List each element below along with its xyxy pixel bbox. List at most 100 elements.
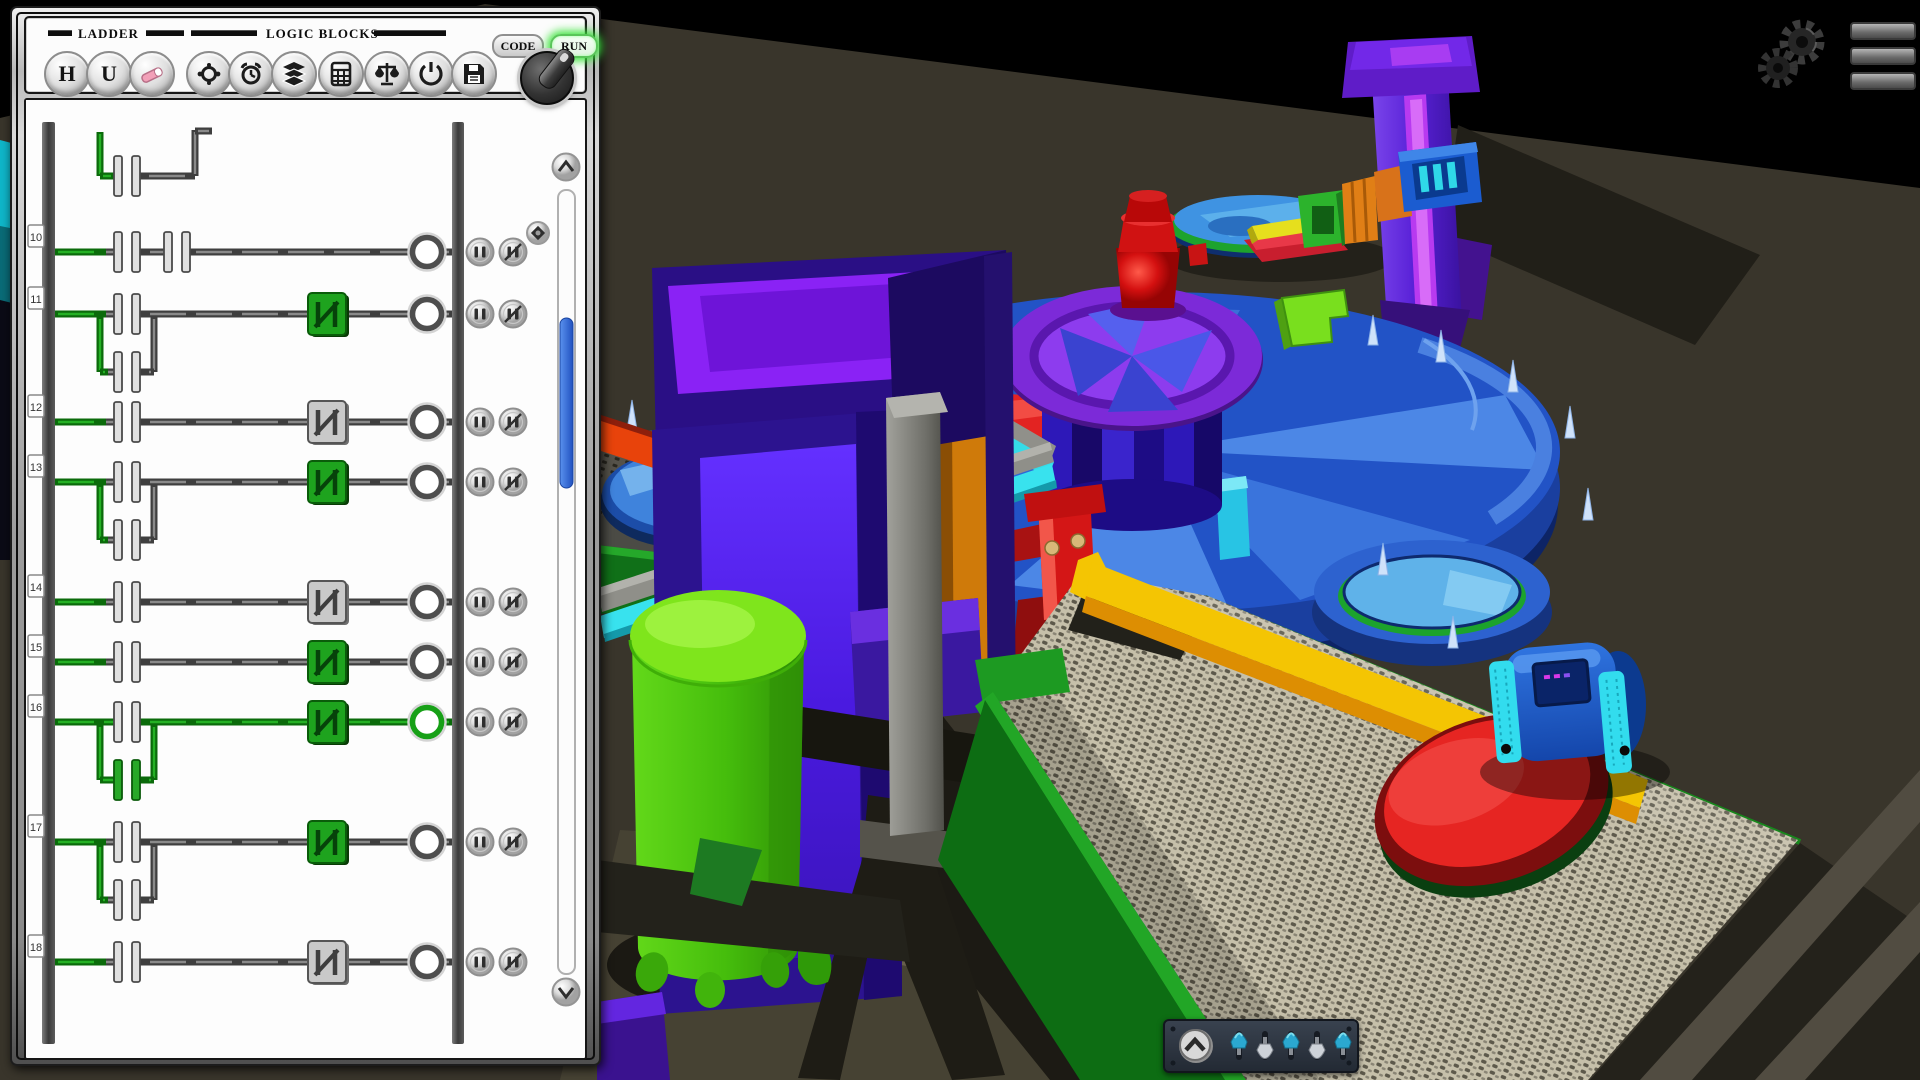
contact-bar[interactable] [114, 702, 122, 742]
insert-nc-contact-button[interactable] [500, 949, 527, 976]
contact-bar[interactable] [114, 352, 122, 392]
camera-dock [1163, 1019, 1359, 1073]
contact-bar[interactable] [114, 402, 122, 442]
camera-lever-up[interactable] [1231, 1031, 1247, 1060]
app-root: LADDER LOGIC BLOCKS H U [0, 0, 1920, 1080]
coil[interactable] [413, 648, 442, 677]
divider [191, 30, 257, 36]
insert-nc-contact-button[interactable] [500, 829, 527, 856]
contact-bar[interactable] [132, 582, 140, 622]
timer-button[interactable] [228, 51, 274, 97]
coil[interactable] [413, 408, 442, 437]
camera-lever-up[interactable] [1283, 1031, 1299, 1060]
insert-contact-button[interactable] [467, 649, 494, 676]
save-button[interactable] [451, 51, 497, 97]
rung-number: 15 [30, 642, 42, 654]
group-label-ladder: LADDER [78, 26, 139, 42]
node-button[interactable] [186, 51, 232, 97]
coil[interactable] [413, 300, 442, 329]
insert-contact-button[interactable] [467, 949, 494, 976]
contact-bar[interactable] [132, 156, 140, 196]
menu-bar [1850, 22, 1916, 40]
power-button[interactable] [408, 51, 454, 97]
insert-contact-button[interactable] [467, 709, 494, 736]
contact-bar[interactable] [132, 352, 140, 392]
coil[interactable] [413, 238, 442, 267]
insert-nc-contact-button[interactable] [500, 709, 527, 736]
scroll-down-button[interactable] [553, 979, 580, 1006]
coil[interactable] [413, 468, 442, 497]
calculator-button[interactable] [318, 51, 364, 97]
contact-bar[interactable] [114, 760, 122, 800]
contact-bar[interactable] [132, 880, 140, 920]
insert-nc-contact-button[interactable] [500, 301, 527, 328]
red-part-small [1188, 243, 1208, 266]
insert-contact-button[interactable] [467, 301, 494, 328]
dock-expand-button[interactable] [1179, 1029, 1213, 1063]
insert-nc-contact-button[interactable] [500, 589, 527, 616]
contact-bar[interactable] [114, 156, 122, 196]
contact-bar[interactable] [114, 520, 122, 560]
coil[interactable] [413, 948, 442, 977]
blue-lever-knob-icon [1231, 1034, 1247, 1049]
contact-bar[interactable] [114, 462, 122, 502]
rung-number: 11 [30, 294, 41, 306]
coil[interactable] [413, 708, 442, 737]
contact-bar[interactable] [114, 942, 122, 982]
right-power-rail [452, 122, 464, 1044]
camera-lever-down[interactable] [1257, 1031, 1273, 1060]
contact-bar[interactable] [132, 760, 140, 800]
insert-contact-button[interactable] [467, 239, 494, 266]
rung-number: 16 [30, 702, 42, 714]
contact-bar[interactable] [182, 232, 190, 272]
insert-nc-contact-button[interactable] [500, 649, 527, 676]
layers-button[interactable] [271, 51, 317, 97]
contact-bar[interactable] [132, 702, 140, 742]
insert-contact-button[interactable] [467, 469, 494, 496]
eraser-button[interactable] [129, 51, 175, 97]
scrollbar-track[interactable] [558, 190, 575, 974]
insert-contact-button[interactable] [467, 589, 494, 616]
contact-bar[interactable] [114, 822, 122, 862]
contact-bar[interactable] [132, 822, 140, 862]
contact-bar[interactable] [132, 462, 140, 502]
branch-u-button[interactable]: U [86, 51, 132, 97]
insert-contact-button[interactable] [467, 409, 494, 436]
divider [374, 30, 446, 36]
camera-lever-down[interactable] [1309, 1031, 1325, 1060]
mode-selector-knob[interactable] [520, 51, 574, 105]
insert-contact-button[interactable] [467, 829, 494, 856]
contact-bar[interactable] [114, 232, 122, 272]
contact-bar[interactable] [114, 880, 122, 920]
divider [48, 30, 72, 36]
insert-nc-contact-button[interactable] [500, 469, 527, 496]
coil[interactable] [413, 828, 442, 857]
contact-bar[interactable] [114, 294, 122, 334]
branch-u-icon: U [101, 63, 117, 85]
scrollbar-thumb[interactable] [560, 318, 573, 488]
rung-number: 12 [30, 402, 42, 414]
contact-bar[interactable] [114, 642, 122, 682]
contact-h-button[interactable]: H [44, 51, 90, 97]
coil[interactable] [413, 588, 442, 617]
contact-bar[interactable] [132, 294, 140, 334]
contact-bar[interactable] [132, 942, 140, 982]
insert-nc-contact-button[interactable] [500, 409, 527, 436]
hamburger-menu-icon[interactable] [1850, 22, 1914, 97]
silver-lever-knob-icon [1309, 1044, 1325, 1059]
contact-bar[interactable] [132, 642, 140, 682]
insert-nc-contact-button[interactable] [500, 239, 527, 266]
scroll-up-button[interactable] [553, 154, 580, 181]
camera-lever-up[interactable] [1335, 1031, 1351, 1060]
blue-lever-knob-icon [1335, 1034, 1351, 1049]
node-icon [195, 60, 223, 88]
contact-bar[interactable] [164, 232, 172, 272]
contact-bar[interactable] [132, 402, 140, 442]
settings-gears-icon[interactable] [1752, 12, 1844, 104]
contact-bar[interactable] [132, 520, 140, 560]
save-icon [460, 60, 488, 88]
contact-bar[interactable] [114, 582, 122, 622]
contact-h-icon: H [58, 63, 75, 85]
contact-bar[interactable] [132, 232, 140, 272]
compare-button[interactable] [364, 51, 410, 97]
